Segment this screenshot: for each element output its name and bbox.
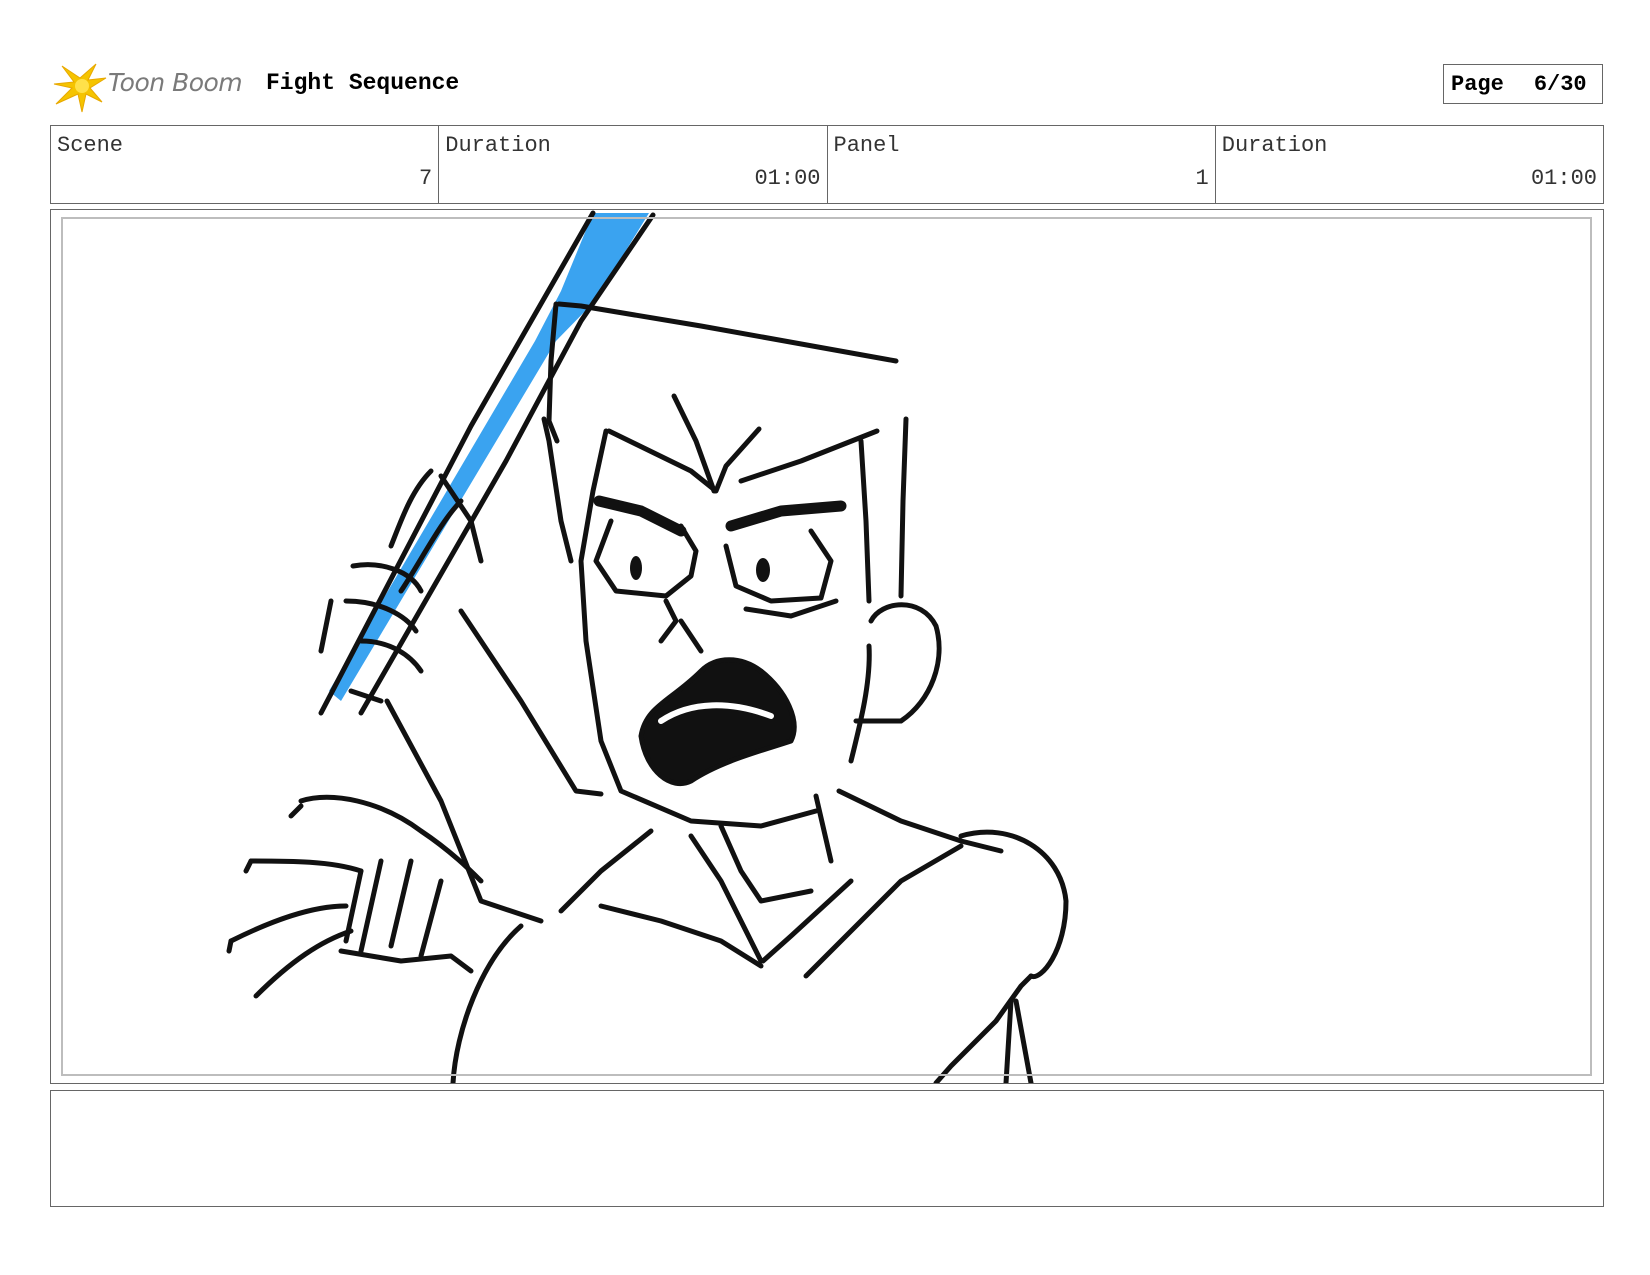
panel-info-row: Scene 7 Duration 01:00 Panel 1 Duration …: [50, 125, 1604, 204]
panel-duration-value: 01:00: [1530, 166, 1597, 191]
panel-label: Panel: [833, 133, 900, 158]
character-sketch-icon: [226, 210, 1069, 1083]
toon-boom-star-icon: [53, 63, 107, 113]
panel-notes[interactable]: [50, 1090, 1604, 1207]
scene-cell: Scene 7: [51, 126, 440, 203]
panel-value: 1: [1195, 166, 1209, 191]
panel-duration-label: Duration: [1221, 133, 1328, 158]
logo-wordmark: Toon Boom: [108, 68, 243, 97]
sword-edge-right: [358, 212, 656, 716]
page-indicator: Page 6/30: [1443, 64, 1603, 104]
scene-duration-value: 01:00: [754, 166, 821, 191]
panel-cell: Panel 1: [828, 126, 1216, 203]
toon-boom-logo: Toon Boom: [52, 58, 252, 114]
scene-value: 7: [419, 166, 433, 191]
page-label: Page: [1451, 71, 1504, 97]
panel-frame[interactable]: [50, 209, 1604, 1084]
scene-duration-label: Duration: [445, 133, 551, 158]
scene-label: Scene: [57, 133, 124, 158]
scene-duration-cell: Duration 01:00: [439, 126, 828, 203]
page-number: 6/30: [1533, 71, 1587, 97]
panel-duration-cell: Duration 01:00: [1216, 126, 1603, 203]
storyboard-title: Fight Sequence: [266, 70, 460, 96]
